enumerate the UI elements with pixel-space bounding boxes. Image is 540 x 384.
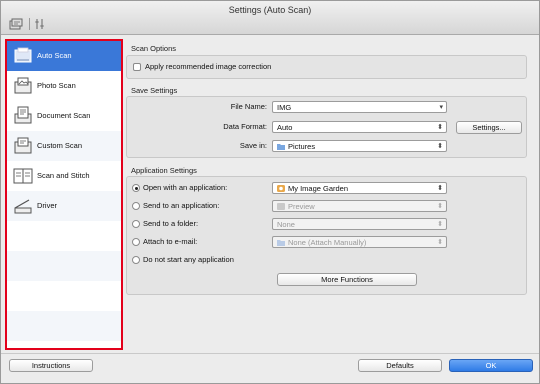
- sidebar-item-scan-and-stitch[interactable]: Scan and Stitch: [7, 161, 121, 191]
- file-name-combo[interactable]: IMG ▾: [272, 101, 447, 113]
- send-to-app-select[interactable]: Preview ⬍: [272, 200, 447, 212]
- window-title: Settings (Auto Scan): [228, 5, 312, 15]
- data-format-label: Data Format:: [223, 122, 267, 131]
- sidebar-item-photo-scan[interactable]: Photo Scan: [7, 71, 121, 101]
- settings-button[interactable]: Settings...: [456, 121, 522, 134]
- save-settings-group: File Name: IMG ▾ Data Format: Auto ⬍ Set…: [126, 96, 527, 158]
- sidebar-item-label: Auto Scan: [37, 51, 72, 60]
- send-to-folder-radio[interactable]: [132, 220, 140, 228]
- send-to-folder-value: None: [277, 220, 295, 229]
- save-in-label: Save in:: [239, 141, 267, 150]
- defaults-button[interactable]: Defaults: [358, 359, 442, 372]
- auto-scan-icon: [13, 46, 33, 66]
- updown-arrow-icon: ⬍: [437, 124, 443, 131]
- open-with-app-label: Open with an application:: [143, 183, 228, 192]
- ok-button[interactable]: OK: [449, 359, 533, 372]
- data-format-value: Auto: [277, 123, 293, 132]
- updown-arrow-icon: ⬍: [437, 203, 443, 210]
- updown-arrow-icon: ⬍: [437, 221, 443, 228]
- updown-arrow-icon: ⬍: [437, 239, 443, 246]
- driver-icon: [13, 196, 33, 216]
- sidebar-item-auto-scan[interactable]: Auto Scan: [7, 41, 121, 71]
- instructions-button[interactable]: Instructions: [9, 359, 93, 372]
- save-settings-title: Save Settings: [131, 86, 178, 95]
- general-settings-icon[interactable]: [34, 18, 48, 30]
- sidebar-item-label: Custom Scan: [37, 141, 83, 150]
- data-format-select[interactable]: Auto ⬍: [272, 121, 447, 133]
- sidebar-item-document-scan[interactable]: Document Scan: [7, 101, 121, 131]
- scan-options-title: Scan Options: [131, 44, 177, 53]
- application-settings-title: Application Settings: [131, 166, 197, 175]
- scan-mode-sidebar: Auto Scan Photo Scan Document Scan Custo…: [5, 39, 123, 350]
- more-functions-button[interactable]: More Functions: [277, 273, 417, 286]
- footer-separator: [1, 353, 539, 354]
- photo-scan-icon: [13, 76, 33, 96]
- sidebar-item-label: Driver: [37, 201, 57, 210]
- attach-email-radio[interactable]: [132, 238, 140, 246]
- sidebar-item-label: Photo Scan: [37, 81, 76, 90]
- attach-email-select[interactable]: None (Attach Manually) ⬍: [272, 236, 447, 248]
- send-to-folder-select[interactable]: None ⬍: [272, 218, 447, 230]
- application-settings-group: Open with an application: My Image Garde…: [126, 176, 527, 295]
- folder-icon: [277, 144, 285, 150]
- sidebar-row-stripe: [7, 251, 121, 281]
- open-with-app-select[interactable]: My Image Garden ⬍: [272, 182, 447, 194]
- open-with-app-radio[interactable]: [132, 184, 140, 192]
- file-name-label: File Name:: [230, 102, 267, 111]
- save-in-value: Pictures: [288, 142, 316, 151]
- apply-correction-label: Apply recommended image correction: [145, 62, 272, 71]
- no-application-label: Do not start any application: [143, 255, 234, 264]
- chevron-down-icon: ▾: [439, 104, 443, 111]
- sidebar-item-label: Document Scan: [37, 111, 91, 120]
- toolbar-separator: [29, 18, 30, 30]
- sidebar-item-driver[interactable]: Driver: [7, 191, 121, 221]
- title-bar: Settings (Auto Scan): [1, 1, 539, 35]
- send-to-app-value: Preview: [288, 202, 315, 211]
- send-to-folder-label: Send to a folder:: [143, 219, 199, 228]
- no-application-radio[interactable]: [132, 256, 140, 264]
- scan-options-group: Apply recommended image correction: [126, 55, 527, 79]
- updown-arrow-icon: ⬍: [437, 143, 443, 150]
- sidebar-item-custom-scan[interactable]: Custom Scan: [7, 131, 121, 161]
- scan-settings-icon[interactable]: [9, 18, 23, 30]
- attach-email-value: None (Attach Manually): [288, 238, 367, 247]
- send-to-app-radio[interactable]: [132, 202, 140, 210]
- folder-icon: [277, 240, 285, 246]
- attach-email-label: Attach to e-mail:: [143, 237, 198, 246]
- file-name-value: IMG: [277, 103, 292, 112]
- custom-scan-icon: [13, 136, 33, 156]
- app-icon: [277, 185, 285, 192]
- sidebar-item-label: Scan and Stitch: [37, 171, 90, 180]
- sidebar-row-stripe: [7, 311, 121, 341]
- settings-window: Settings (Auto Scan) Auto Scan Photo Sca…: [0, 0, 540, 384]
- send-to-app-label: Send to an application:: [143, 201, 220, 210]
- document-scan-icon: [13, 106, 33, 126]
- updown-arrow-icon: ⬍: [437, 185, 443, 192]
- save-in-select[interactable]: Pictures ⬍: [272, 140, 447, 152]
- preview-app-icon: [277, 203, 285, 210]
- apply-correction-checkbox[interactable]: [133, 63, 141, 71]
- scan-stitch-icon: [13, 166, 33, 186]
- open-with-app-value: My Image Garden: [288, 184, 349, 193]
